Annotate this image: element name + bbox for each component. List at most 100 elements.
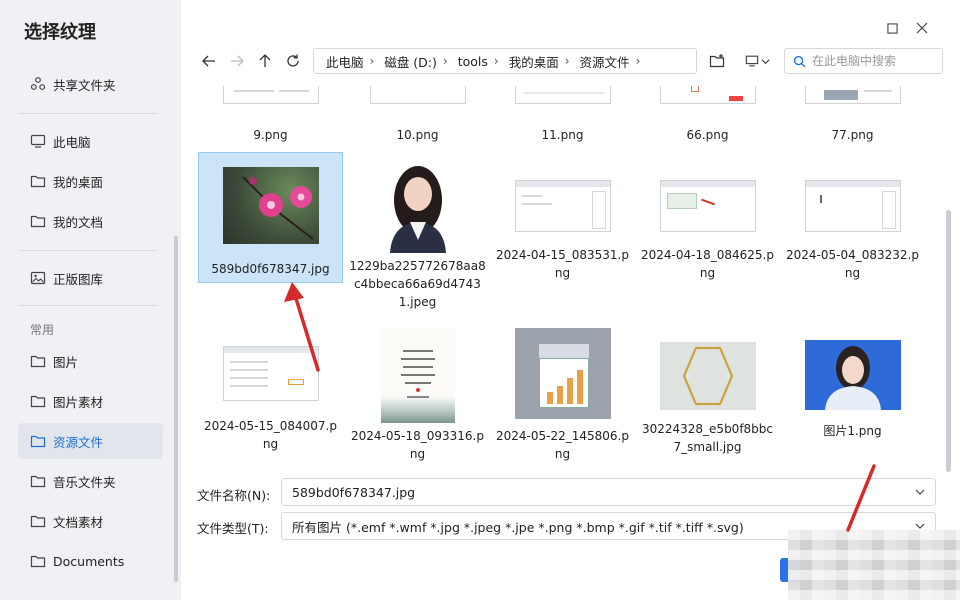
forward-button[interactable] <box>226 50 248 72</box>
file-item[interactable]: 图片1.png <box>780 326 925 440</box>
refresh-button[interactable] <box>282 50 304 72</box>
breadcrumb[interactable]: 此电脑 › 磁盘 (D:) › tools › 我的桌面 › 资源文件 › <box>313 48 697 74</box>
file-name: 77.png <box>831 128 874 142</box>
file-item[interactable]: 2024-05-04_083232.png <box>780 152 925 282</box>
search-input[interactable] <box>812 54 932 68</box>
up-button[interactable] <box>254 50 276 72</box>
refresh-icon <box>287 54 299 67</box>
chevron-down-icon <box>761 58 769 64</box>
file-name: 589bd0f678347.jpg <box>211 262 330 276</box>
sidebar-item-music-folder[interactable]: 音乐文件夹 <box>18 463 163 499</box>
sidebar-item-documents[interactable]: Documents <box>18 543 163 579</box>
folder-icon <box>30 513 46 529</box>
file-thumbnail <box>804 340 901 410</box>
file-thumbnail <box>380 328 455 423</box>
file-item[interactable]: 30224328_e5b0f8bbc7_small.jpg <box>635 326 780 456</box>
filename-label: 文件名称(N): <box>197 488 271 503</box>
file-name: 9.png <box>253 128 288 142</box>
file-thumbnail <box>804 180 901 232</box>
search-icon <box>793 55 806 67</box>
sidebar-item-label: 我的文档 <box>53 214 104 230</box>
sidebar-item-picture-assets[interactable]: 图片素材 <box>18 383 163 419</box>
sidebar-divider <box>18 250 158 251</box>
file-thumbnail <box>222 167 319 244</box>
sidebar-item-label: 我的桌面 <box>53 174 104 190</box>
file-item[interactable]: 9.png <box>198 86 343 144</box>
close-button[interactable] <box>912 18 932 38</box>
sidebar-item-label: 图片 <box>53 354 79 370</box>
file-item[interactable]: 2024-05-22_145806.png <box>490 326 635 463</box>
sidebar-item-label: 共享文件夹 <box>53 77 116 93</box>
file-grid-scrollbar[interactable] <box>946 210 951 472</box>
sidebar-item-resource-files[interactable]: 资源文件 <box>18 423 163 459</box>
file-item[interactable]: 66.png <box>635 86 780 144</box>
file-name: 30224328_e5b0f8bbc7_small.jpg <box>641 422 774 454</box>
file-name: 2024-04-15_083531.png <box>496 248 629 280</box>
back-button[interactable] <box>198 50 220 72</box>
chevron-right-icon: › <box>442 54 448 68</box>
file-item[interactable]: 2024-05-18_093316.png <box>345 326 490 463</box>
file-name: 2024-05-22_145806.png <box>496 429 629 461</box>
sidebar-item-label: 正版图库 <box>53 271 104 287</box>
folder-icon <box>30 213 46 229</box>
sidebar-section-label: 常用 <box>30 323 55 337</box>
computer-icon <box>30 133 46 149</box>
file-thumbnail <box>514 180 611 232</box>
sidebar-item-label: 文档素材 <box>53 514 104 530</box>
sidebar-item-label: Documents <box>53 553 125 569</box>
maximize-button[interactable] <box>882 18 902 38</box>
file-thumbnail <box>804 86 901 104</box>
file-name: 图片1.png <box>823 424 882 438</box>
breadcrumb-item[interactable]: 资源文件 <box>580 52 630 71</box>
gallery-icon <box>30 270 46 286</box>
sidebar-item-documents-cn[interactable]: 我的文档 <box>18 203 163 239</box>
arrow-left-icon <box>202 55 215 67</box>
file-name: 2024-05-04_083232.png <box>786 248 919 280</box>
sidebar-item-gallery[interactable]: 正版图库 <box>18 260 163 296</box>
sidebar-divider <box>18 113 158 114</box>
sidebar-item-this-pc[interactable]: 此电脑 <box>18 123 163 159</box>
new-folder-button[interactable] <box>706 50 728 72</box>
chevron-right-icon: › <box>493 54 499 68</box>
view-mode-button[interactable] <box>742 50 772 72</box>
breadcrumb-item[interactable]: 此电脑 <box>326 52 364 71</box>
file-name: 2024-05-18_093316.png <box>351 429 484 461</box>
file-thumbnail <box>514 86 611 104</box>
file-item[interactable]: 2024-05-15_084007.png <box>198 326 343 453</box>
sidebar-item-label: 图片素材 <box>53 394 104 410</box>
folder-icon <box>30 553 46 569</box>
sidebar-item-pictures[interactable]: 图片 <box>18 343 163 379</box>
chevron-down-icon[interactable] <box>913 485 927 499</box>
sidebar-item-label: 此电脑 <box>53 134 91 150</box>
sidebar-item-desktop[interactable]: 我的桌面 <box>18 163 163 199</box>
file-item[interactable]: 589bd0f678347.jpg <box>198 152 343 283</box>
file-item[interactable]: 2024-04-15_083531.png <box>490 152 635 282</box>
breadcrumb-item[interactable]: 磁盘 (D:) <box>384 52 437 71</box>
file-name: 1229ba225772678aa8c4bbeca66a69d47431.jpe… <box>349 259 486 309</box>
file-thumbnail <box>659 86 756 104</box>
shared-folder-icon <box>30 76 46 92</box>
file-item[interactable]: 11.png <box>490 86 635 144</box>
sidebar-item-document-assets[interactable]: 文档素材 <box>18 503 163 539</box>
sidebar: 选择纹理 共享文件夹 此电脑 我的桌面 我的文档 正版图库 常用 图片 图片素材… <box>0 0 181 600</box>
file-item[interactable]: 1229ba225772678aa8c4bbeca66a69d47431.jpe… <box>345 152 490 311</box>
file-name: 11.png <box>541 128 584 142</box>
file-thumbnail <box>369 86 466 104</box>
folder-icon <box>30 433 46 449</box>
file-name: 2024-05-15_084007.png <box>204 419 337 451</box>
file-item[interactable]: 2024-04-18_084625.png <box>635 152 780 282</box>
sidebar-divider <box>18 305 158 306</box>
file-item[interactable]: 77.png <box>780 86 925 144</box>
breadcrumb-item[interactable]: tools <box>458 54 488 69</box>
arrow-up-icon <box>259 54 271 67</box>
breadcrumb-item[interactable]: 我的桌面 <box>509 52 559 71</box>
sidebar-item-shared-folder[interactable]: 共享文件夹 <box>18 66 163 102</box>
file-thumbnail <box>514 328 611 419</box>
maximize-icon <box>886 22 898 34</box>
search-box[interactable] <box>784 48 943 74</box>
file-item[interactable]: 10.png <box>345 86 490 144</box>
file-thumbnail <box>659 180 756 232</box>
filename-field[interactable]: 589bd0f678347.jpg <box>281 478 936 506</box>
sidebar-scrollbar[interactable] <box>174 236 178 582</box>
file-name: 2024-04-18_084625.png <box>641 248 774 280</box>
